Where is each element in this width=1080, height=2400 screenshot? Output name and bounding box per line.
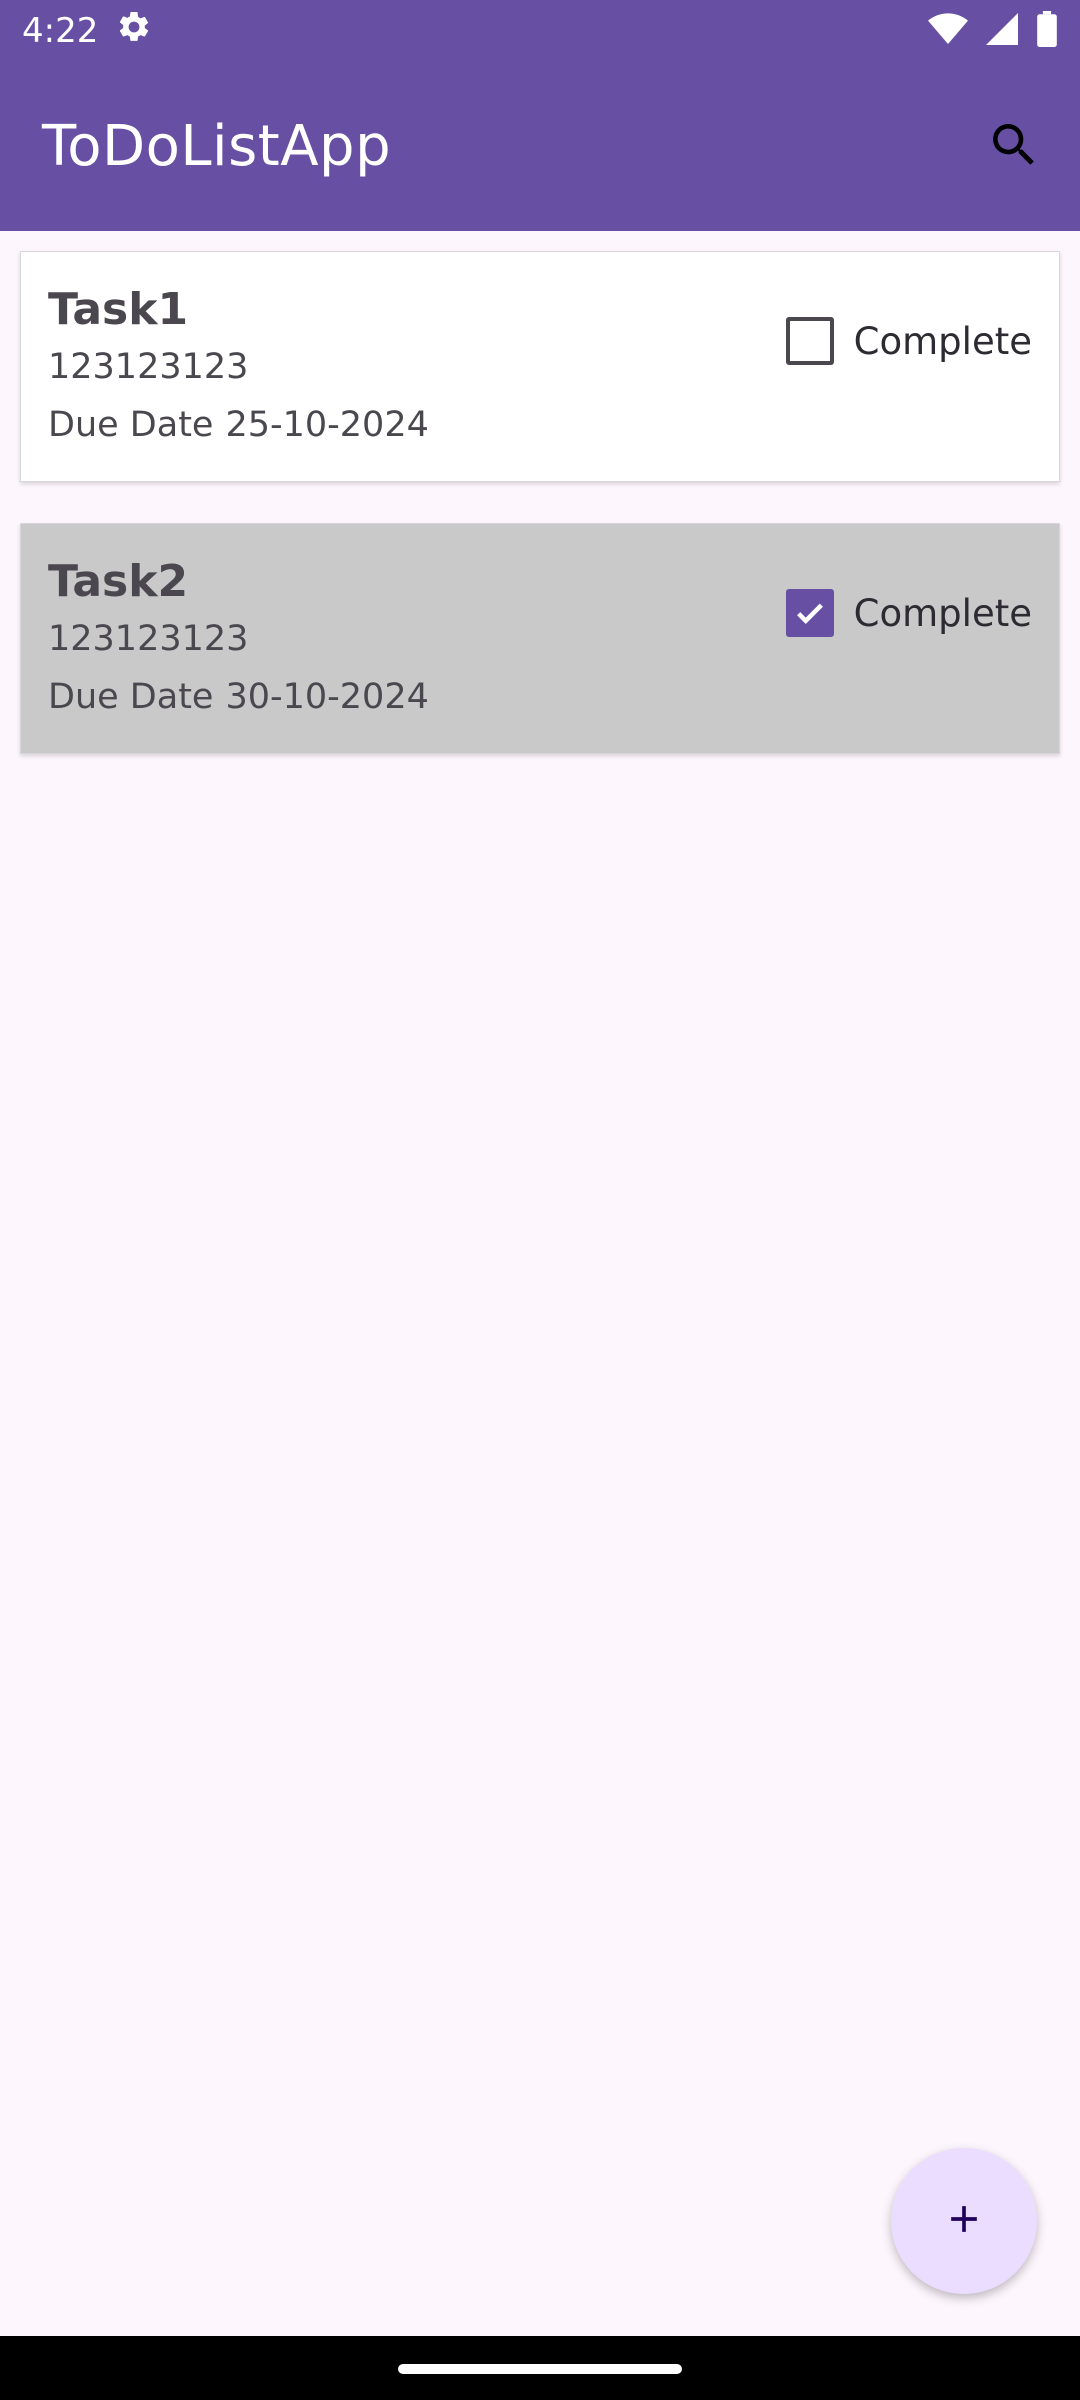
due-date-value: 30-10-2024 bbox=[225, 677, 429, 717]
navigation-bar bbox=[0, 2336, 1080, 2400]
due-date-label: Due Date bbox=[48, 677, 214, 717]
status-time: 4:22 bbox=[22, 11, 99, 51]
complete-checkbox[interactable]: Complete bbox=[785, 317, 1032, 365]
task-card[interactable]: Task1 123123123 Due Date 25-10-2024 Comp… bbox=[20, 251, 1060, 482]
search-icon[interactable] bbox=[986, 117, 1042, 177]
complete-label: Complete bbox=[853, 319, 1032, 363]
add-task-button[interactable] bbox=[891, 2148, 1037, 2294]
plus-icon bbox=[942, 2197, 986, 2245]
task-due-date: Due Date 25-10-2024 bbox=[48, 405, 1031, 445]
checkbox-unchecked-icon[interactable] bbox=[785, 317, 834, 365]
checkbox-checked-icon[interactable] bbox=[785, 589, 834, 637]
complete-checkbox[interactable]: Complete bbox=[785, 589, 1032, 637]
home-gesture-handle[interactable] bbox=[398, 2364, 682, 2374]
task-list: Task1 123123123 Due Date 25-10-2024 Comp… bbox=[20, 251, 1060, 795]
due-date-label: Due Date bbox=[48, 405, 214, 445]
task-due-date: Due Date 30-10-2024 bbox=[48, 677, 1031, 717]
signal-icon bbox=[986, 12, 1018, 50]
due-date-value: 25-10-2024 bbox=[225, 405, 429, 445]
wifi-icon bbox=[928, 11, 968, 51]
battery-icon bbox=[1036, 11, 1058, 51]
task-card[interactable]: Task2 123123123 Due Date 30-10-2024 Comp… bbox=[20, 523, 1060, 754]
status-bar: 4:22 bbox=[0, 0, 1080, 62]
complete-label: Complete bbox=[853, 591, 1032, 635]
app-bar: ToDoListApp bbox=[0, 62, 1080, 231]
app-title: ToDoListApp bbox=[42, 114, 392, 179]
settings-icon bbox=[116, 9, 152, 54]
